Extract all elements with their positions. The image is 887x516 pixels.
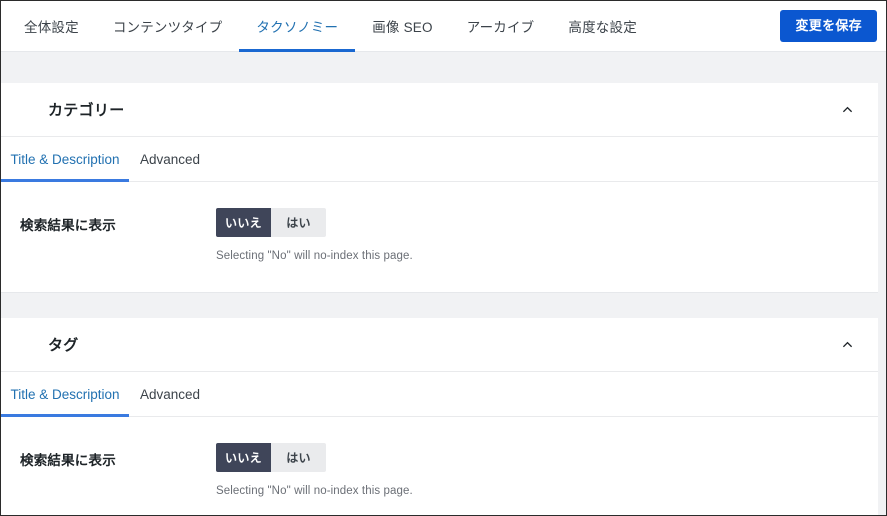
toggle-option-no[interactable]: いいえ (216, 443, 271, 472)
field-row-show-in-search-tag: 検索結果に表示 いいえ はい Selecting "No" will no-in… (1, 417, 878, 515)
tab-image-seo[interactable]: 画像 SEO (355, 1, 449, 51)
section-header-category[interactable]: カテゴリー (1, 83, 878, 137)
field-help-text: Selecting "No" will no-index this page. (216, 250, 413, 262)
tab-label: 高度な設定 (568, 20, 637, 35)
toggle-option-yes[interactable]: はい (271, 443, 326, 472)
section-title: タグ (48, 337, 79, 354)
field-row-show-in-search-category: 検索結果に表示 いいえ はい Selecting "No" will no-in… (1, 182, 878, 292)
section-tab-label: Title & Description (10, 386, 120, 402)
section-tab-label: Advanced (139, 386, 201, 402)
chevron-up-icon[interactable] (838, 101, 856, 119)
section-tab-advanced[interactable]: Advanced (129, 372, 211, 416)
top-navigation-bar: 全体設定 コンテンツタイプ タクソノミー 画像 SEO アーカイブ 高度な設定 … (1, 1, 886, 52)
tab-label: 全体設定 (24, 20, 79, 35)
field-control: いいえ はい Selecting "No" will no-index this… (216, 443, 413, 497)
top-spacer (1, 52, 886, 83)
field-control: いいえ はい Selecting "No" will no-index this… (216, 208, 413, 262)
toggle-option-yes[interactable]: はい (271, 208, 326, 237)
tab-advanced-settings[interactable]: 高度な設定 (551, 1, 654, 51)
topbar-actions: 変更を保存 (780, 1, 886, 51)
section-tab-advanced[interactable]: Advanced (129, 137, 211, 181)
section-card-category: カテゴリー Title & Description Advanced 検索結果に… (1, 83, 878, 293)
tab-general-settings[interactable]: 全体設定 (7, 1, 96, 51)
save-changes-button[interactable]: 変更を保存 (780, 10, 877, 42)
tab-label: アーカイブ (466, 20, 535, 35)
tab-label: タクソノミー (256, 20, 339, 35)
tab-content-types[interactable]: コンテンツタイプ (96, 1, 240, 51)
section-tab-list-tag: Title & Description Advanced (1, 372, 878, 417)
tab-label: 画像 SEO (372, 20, 433, 35)
section-card-tag: タグ Title & Description Advanced 検索結果に表示 … (1, 318, 878, 515)
show-in-search-toggle[interactable]: いいえ はい (216, 443, 326, 472)
field-label: 検索結果に表示 (20, 218, 116, 233)
field-help-text: Selecting "No" will no-index this page. (216, 485, 413, 497)
section-spacer (1, 293, 886, 318)
show-in-search-toggle[interactable]: いいえ はい (216, 208, 326, 237)
section-tab-title-description[interactable]: Title & Description (1, 372, 129, 417)
toggle-option-no[interactable]: いいえ (216, 208, 271, 237)
tab-archives[interactable]: アーカイブ (450, 1, 552, 51)
section-tab-title-description[interactable]: Title & Description (1, 137, 129, 182)
tab-taxonomies[interactable]: タクソノミー (239, 1, 356, 52)
section-tab-label: Title & Description (10, 151, 120, 167)
chevron-up-icon[interactable] (838, 336, 856, 354)
tab-label: コンテンツタイプ (112, 20, 223, 35)
section-header-tag[interactable]: タグ (1, 318, 878, 372)
section-tab-list-category: Title & Description Advanced (1, 137, 878, 182)
section-tab-label: Advanced (139, 151, 201, 167)
settings-page-body: カテゴリー Title & Description Advanced 検索結果に… (1, 52, 886, 515)
primary-tab-list: 全体設定 コンテンツタイプ タクソノミー 画像 SEO アーカイブ 高度な設定 (1, 1, 654, 52)
field-label: 検索結果に表示 (20, 453, 116, 468)
section-title: カテゴリー (48, 102, 125, 119)
